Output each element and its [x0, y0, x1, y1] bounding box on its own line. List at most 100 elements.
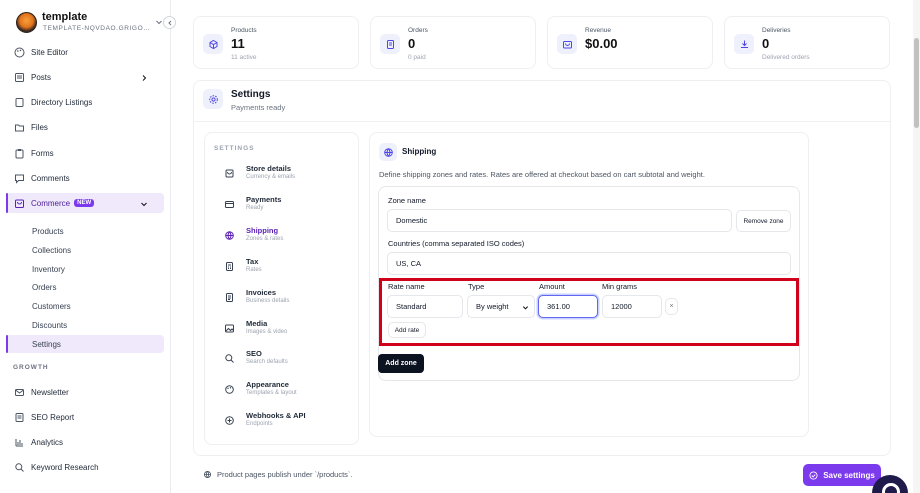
settings-nav-desc: Templates & layout [246, 390, 297, 396]
settings-nav-desc: Zones & rates [246, 236, 284, 242]
sidebar-item-comments[interactable]: Comments [6, 168, 164, 188]
add-zone-button[interactable]: Add zone [378, 354, 424, 373]
sidebar-item-keyword-research[interactable]: Keyword Research [6, 457, 164, 477]
box-icon [203, 34, 223, 54]
sidebar-item-forms[interactable]: Forms [6, 143, 164, 163]
scrollbar[interactable] [913, 0, 920, 493]
new-badge: NEW [74, 199, 95, 207]
countries-input[interactable]: US, CA [387, 252, 791, 275]
settings-nav-shipping[interactable]: Shipping Zones & rates [220, 225, 350, 249]
settings-nav-title: Tax [246, 257, 259, 266]
stat-label: Deliveries [762, 27, 791, 34]
sidebar-item-label: Analytics [31, 437, 64, 447]
save-settings-button[interactable]: Save settings [803, 464, 881, 486]
site-logo [16, 12, 37, 33]
stat-sub: 0 paid [408, 54, 426, 61]
chevron-left-icon [167, 20, 173, 26]
search-icon [14, 462, 25, 473]
footer-note-text: Product pages publish under `/products`. [217, 470, 353, 479]
store-icon [224, 168, 235, 179]
zone-name-label: Zone name [388, 196, 426, 205]
stat-value: 0 [762, 36, 770, 51]
sidebar-item-label: Commerce [31, 198, 71, 208]
save-settings-label: Save settings [823, 470, 875, 480]
settings-nav-webhooks[interactable]: Webhooks & API Endpoints [220, 410, 350, 434]
folder-icon [14, 122, 25, 133]
settings-nav-invoices[interactable]: Invoices Business details [220, 287, 350, 311]
sidebar-subitem-orders[interactable]: Orders [6, 278, 164, 296]
sidebar-item-posts[interactable]: Posts [6, 67, 164, 87]
settings-nav-appearance[interactable]: Appearance Templates & layout [220, 379, 350, 403]
settings-nav-title: Invoices [246, 288, 277, 297]
sidebar-item-label: Comments [31, 173, 70, 183]
settings-nav-store-details[interactable]: Store details Currency & emails [220, 163, 350, 187]
sidebar-item-seo-report[interactable]: SEO Report [6, 407, 164, 427]
stat-card-orders: Orders 0 0 paid [370, 16, 536, 69]
sidebar-item-site-editor[interactable]: Site Editor [6, 42, 164, 62]
image-icon [224, 323, 235, 334]
settings-nav-title: Media [246, 319, 268, 328]
settings-nav-title: Webhooks & API [246, 411, 306, 420]
settings-subtitle: Payments ready [231, 103, 286, 112]
footer-note: Product pages publish under `/products`. [203, 470, 353, 479]
sidebar-item-analytics[interactable]: Analytics [6, 432, 164, 452]
settings-nav-title: Payments [246, 195, 282, 204]
shipping-title: Shipping [402, 147, 437, 156]
settings-nav-title: Appearance [246, 380, 289, 389]
site-subtitle: TEMPLATE-NQVDAO.GRIGORIOS... [43, 25, 155, 32]
stat-value: 11 [231, 36, 245, 51]
settings-nav-label: SETTINGS [214, 145, 255, 152]
settings-nav-tax[interactable]: Tax Rates [220, 256, 350, 280]
palette-icon [14, 47, 25, 58]
settings-nav-media[interactable]: Media Images & video [220, 318, 350, 342]
webhook-icon [224, 415, 235, 426]
chart-icon [14, 437, 25, 448]
sidebar-item-label: Keyword Research [31, 462, 99, 472]
settings-nav-title: Shipping [246, 226, 279, 235]
receipt-icon [380, 34, 400, 54]
growth-section-label: GROWTH [13, 364, 49, 371]
sidebar-item-label: Posts [31, 72, 52, 82]
book-icon [14, 97, 25, 108]
settings-nav-title: Store details [246, 164, 292, 173]
settings-nav-payments[interactable]: Payments Ready [220, 194, 350, 218]
scrollbar-thumb[interactable] [914, 38, 919, 128]
globe-icon [224, 230, 235, 241]
sidebar-item-files[interactable]: Files [6, 117, 164, 137]
report-icon [14, 412, 25, 423]
sidebar-subitem-inventory[interactable]: Inventory [6, 260, 164, 278]
stat-label: Products [231, 27, 257, 34]
site-switcher[interactable]: template TEMPLATE-NQVDAO.GRIGORIOS... [9, 6, 169, 38]
sidebar-subitem-settings[interactable]: Settings [6, 335, 164, 353]
sidebar-item-label: SEO Report [31, 412, 75, 422]
zone-name-input[interactable]: Domestic [387, 209, 732, 232]
sidebar-subitem-collections[interactable]: Collections [6, 241, 164, 259]
collapse-sidebar-button[interactable] [163, 16, 176, 29]
settings-nav-desc: Search defaults [246, 359, 288, 365]
sidebar-item-label: Directory Listings [31, 97, 93, 107]
sidebar-subitem-products[interactable]: Products [6, 222, 164, 240]
settings-nav-desc: Images & video [246, 329, 288, 335]
download-icon [734, 34, 754, 54]
remove-zone-button[interactable]: Remove zone [736, 210, 791, 232]
check-circle-icon [809, 470, 818, 480]
settings-nav-desc: Currency & emails [246, 174, 296, 180]
stat-sub: 11 active [231, 54, 257, 61]
sidebar-subitem-discounts[interactable]: Discounts [6, 316, 164, 334]
site-name: template [42, 11, 88, 23]
settings-title: Settings [231, 89, 271, 100]
stat-label: Orders [408, 27, 428, 34]
stat-value: 0 [408, 36, 416, 51]
sidebar-item-commerce[interactable]: Commerce NEW [6, 193, 164, 213]
settings-nav-seo[interactable]: SEO Search defaults [220, 348, 350, 372]
wallet-icon [557, 34, 577, 54]
posts-icon [14, 72, 25, 83]
search-icon [224, 353, 235, 364]
stat-card-deliveries: Deliveries 0 Delivered orders [724, 16, 890, 69]
sidebar-subitem-customers[interactable]: Customers [6, 297, 164, 315]
invoice-icon [224, 292, 235, 303]
sidebar-item-directory-listings[interactable]: Directory Listings [6, 92, 164, 112]
chevron-right-icon [138, 72, 149, 83]
settings-nav-desc: Business details [246, 298, 290, 304]
sidebar-item-newsletter[interactable]: Newsletter [6, 382, 164, 402]
